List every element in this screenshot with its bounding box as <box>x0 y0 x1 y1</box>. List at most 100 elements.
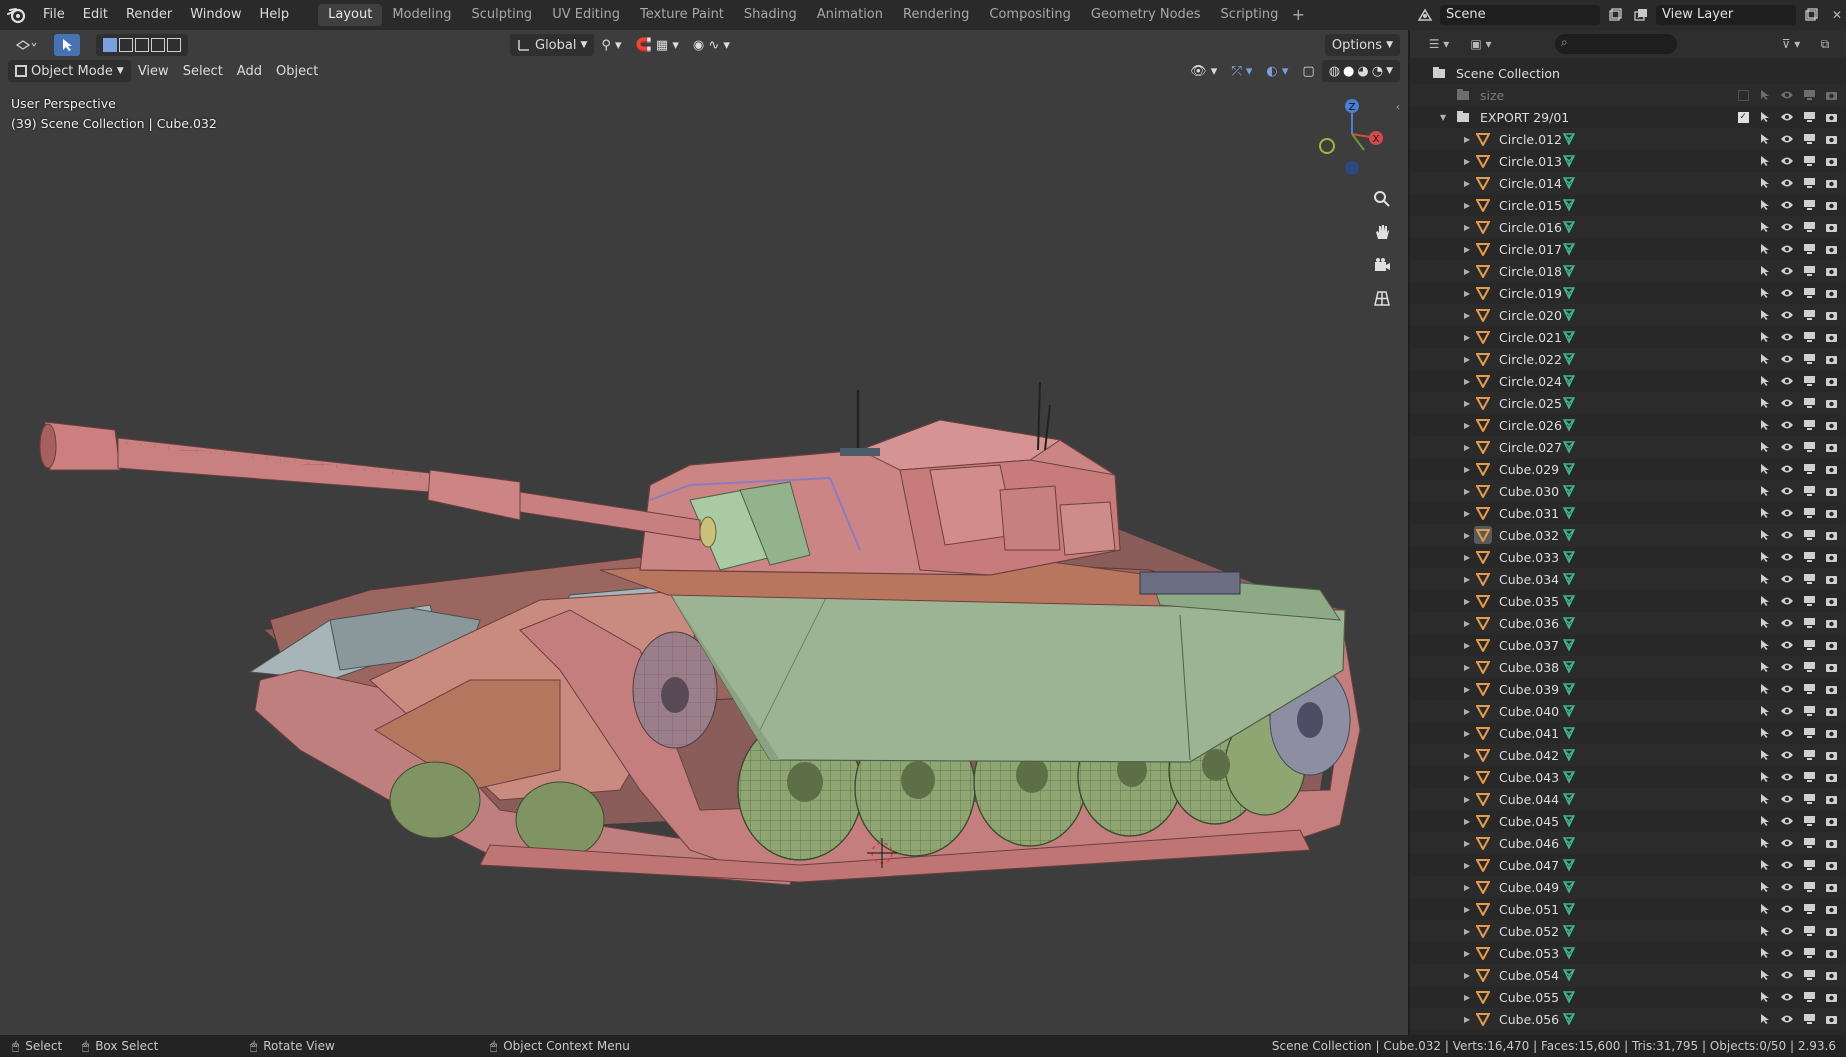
menu-help[interactable]: Help <box>251 0 299 30</box>
disable-render-icon[interactable] <box>1822 130 1840 148</box>
new-scene-icon[interactable] <box>1604 5 1626 25</box>
selectable-icon[interactable] <box>1756 460 1774 478</box>
selectable-icon[interactable] <box>1756 548 1774 566</box>
tab-rendering[interactable]: Rendering <box>893 4 979 26</box>
hide-viewport-icon[interactable] <box>1778 636 1796 654</box>
gizmo-toggle-icon[interactable]: ⤱ ▾ <box>1224 60 1259 82</box>
disable-render-icon[interactable] <box>1822 856 1840 874</box>
outliner-object-row[interactable]: ▶ Cube.038 <box>1410 656 1846 678</box>
outliner-object-row[interactable]: ▶ Cube.051 <box>1410 898 1846 920</box>
mesh-data-icon[interactable] <box>1560 130 1578 148</box>
scene-icon[interactable] <box>1414 5 1436 25</box>
disable-viewport-icon[interactable] <box>1800 218 1818 236</box>
disable-render-icon[interactable] <box>1822 328 1840 346</box>
mesh-data-icon[interactable] <box>1560 570 1578 588</box>
hide-viewport-icon[interactable] <box>1778 658 1796 676</box>
expand-arrow-icon[interactable]: ▶ <box>1464 641 1470 650</box>
outliner-object-row[interactable]: ▶ Circle.026 <box>1410 414 1846 436</box>
hide-viewport-icon[interactable] <box>1778 790 1796 808</box>
outliner-object-row[interactable]: ▶ Cube.053 <box>1410 942 1846 964</box>
disable-viewport-icon[interactable] <box>1800 878 1818 896</box>
outliner-object-row[interactable]: ▶ Circle.016 <box>1410 216 1846 238</box>
disable-viewport-icon[interactable] <box>1800 834 1818 852</box>
viewport-menu-select[interactable]: Select <box>176 60 230 82</box>
select-invert-icon[interactable] <box>151 38 165 52</box>
disable-viewport-icon[interactable] <box>1800 284 1818 302</box>
disable-viewport-icon[interactable] <box>1800 174 1818 192</box>
hide-viewport-icon[interactable] <box>1778 504 1796 522</box>
outliner-object-row[interactable]: ▶ Circle.027 <box>1410 436 1846 458</box>
disable-render-icon[interactable] <box>1822 460 1840 478</box>
selectable-icon[interactable] <box>1756 724 1774 742</box>
hide-viewport-icon[interactable] <box>1778 130 1796 148</box>
disable-render-icon[interactable] <box>1822 988 1840 1006</box>
mesh-data-icon[interactable] <box>1560 614 1578 632</box>
disable-viewport-icon[interactable] <box>1800 570 1818 588</box>
mesh-data-icon[interactable] <box>1560 724 1578 742</box>
mesh-data-icon[interactable] <box>1560 306 1578 324</box>
disable-render-icon[interactable] <box>1822 922 1840 940</box>
hide-viewport-icon[interactable] <box>1778 482 1796 500</box>
hide-viewport-icon[interactable] <box>1778 174 1796 192</box>
expand-arrow-icon[interactable]: ▶ <box>1464 883 1470 892</box>
outliner-object-row[interactable]: ▶ Cube.049 <box>1410 876 1846 898</box>
menu-file[interactable]: File <box>34 0 74 30</box>
mesh-data-icon[interactable] <box>1560 262 1578 280</box>
hide-viewport-icon[interactable] <box>1778 328 1796 346</box>
disable-render-icon[interactable] <box>1822 1010 1840 1028</box>
expand-arrow-icon[interactable]: ▶ <box>1464 421 1470 430</box>
expand-arrow-icon[interactable]: ▶ <box>1464 729 1470 738</box>
selectable-icon[interactable] <box>1756 878 1774 896</box>
selectable-icon[interactable] <box>1756 680 1774 698</box>
disable-viewport-icon[interactable] <box>1800 856 1818 874</box>
pivot-point-icon[interactable]: ⚲ ▾ <box>594 34 628 56</box>
exclude-checkbox-icon[interactable] <box>1734 86 1752 104</box>
disable-render-icon[interactable] <box>1822 570 1840 588</box>
hide-viewport-icon[interactable] <box>1778 262 1796 280</box>
disable-render-icon[interactable] <box>1822 724 1840 742</box>
selectable-icon[interactable] <box>1756 922 1774 940</box>
outliner-object-row[interactable]: ▶ Circle.014 <box>1410 172 1846 194</box>
tank-model[interactable] <box>0 30 1408 1035</box>
mesh-data-icon[interactable] <box>1560 548 1578 566</box>
select-subtract-icon[interactable] <box>135 38 149 52</box>
expand-arrow-icon[interactable]: ▶ <box>1464 311 1470 320</box>
selectable-icon[interactable] <box>1756 658 1774 676</box>
hide-viewport-icon[interactable] <box>1778 416 1796 434</box>
outliner-row-export-collection[interactable]: ▼ EXPORT 29/01 ✓ <box>1410 106 1846 128</box>
blender-logo-icon[interactable] <box>0 0 34 30</box>
hide-viewport-icon[interactable] <box>1778 966 1796 984</box>
disable-viewport-icon[interactable] <box>1800 460 1818 478</box>
disable-viewport-icon[interactable] <box>1800 702 1818 720</box>
disable-viewport-icon[interactable] <box>1800 262 1818 280</box>
disable-render-icon[interactable] <box>1822 768 1840 786</box>
disable-render-icon[interactable] <box>1822 614 1840 632</box>
hide-viewport-icon[interactable] <box>1778 86 1796 104</box>
expand-arrow-icon[interactable]: ▶ <box>1464 201 1470 210</box>
mesh-data-icon[interactable] <box>1560 504 1578 522</box>
selectable-icon[interactable] <box>1756 592 1774 610</box>
disable-render-icon[interactable] <box>1822 482 1840 500</box>
expand-arrow-icon[interactable]: ▶ <box>1464 179 1470 188</box>
hide-viewport-icon[interactable] <box>1778 460 1796 478</box>
new-collection-icon[interactable]: ⧉ <box>1814 34 1836 54</box>
hide-viewport-icon[interactable] <box>1778 812 1796 830</box>
disable-viewport-icon[interactable] <box>1800 658 1818 676</box>
selectable-icon[interactable] <box>1756 966 1774 984</box>
expand-arrow-icon[interactable]: ▶ <box>1464 927 1470 936</box>
tab-scripting[interactable]: Scripting <box>1211 4 1289 26</box>
viewport-menu-object[interactable]: Object <box>269 60 325 82</box>
disable-viewport-icon[interactable] <box>1800 306 1818 324</box>
mesh-data-icon[interactable] <box>1560 526 1578 544</box>
expand-arrow-icon[interactable]: ▶ <box>1464 399 1470 408</box>
mesh-data-icon[interactable] <box>1560 482 1578 500</box>
selectable-icon[interactable] <box>1756 900 1774 918</box>
expand-arrow-icon[interactable]: ▶ <box>1464 597 1470 606</box>
sidebar-toggle-icon[interactable]: ‹ <box>1396 102 1400 113</box>
selectable-icon[interactable] <box>1756 636 1774 654</box>
hide-viewport-icon[interactable] <box>1778 394 1796 412</box>
hide-viewport-icon[interactable] <box>1778 724 1796 742</box>
view-layer-icon[interactable] <box>1630 5 1652 25</box>
expand-arrow-icon[interactable]: ▶ <box>1464 751 1470 760</box>
disable-viewport-icon[interactable] <box>1800 108 1818 126</box>
